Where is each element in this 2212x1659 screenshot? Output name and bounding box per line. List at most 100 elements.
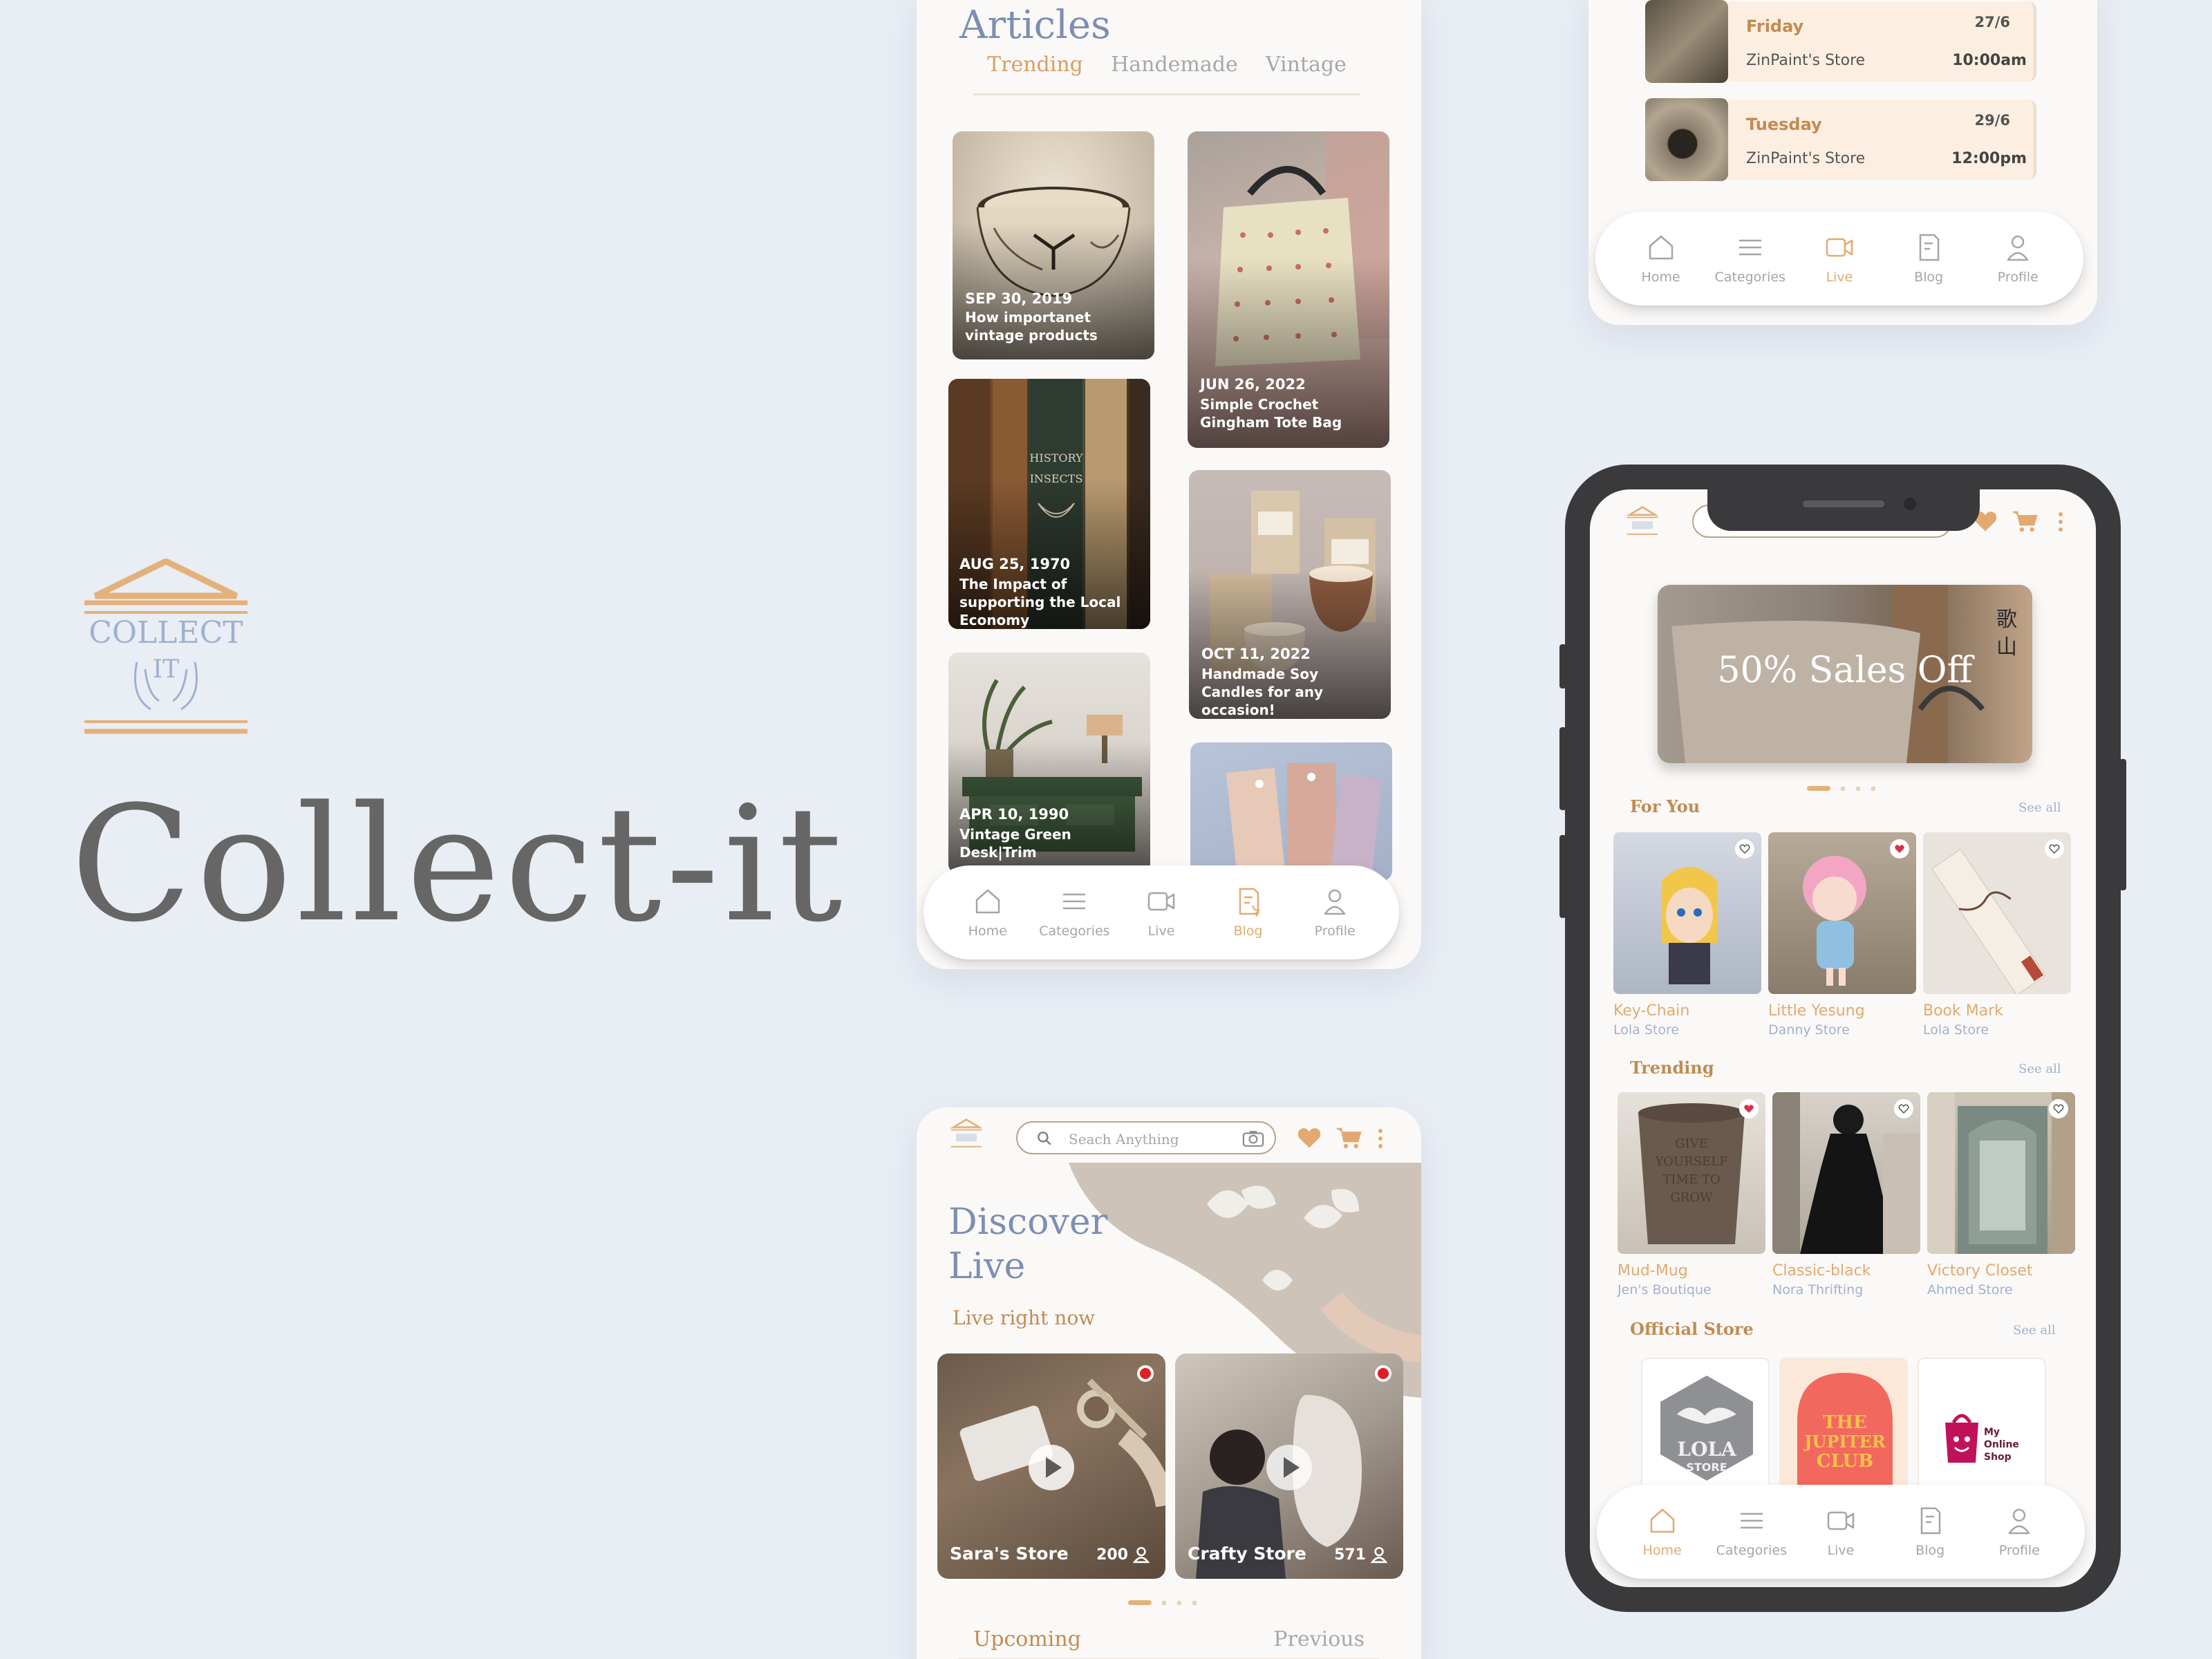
favorite-toggle[interactable] <box>1735 839 1754 859</box>
favorite-toggle[interactable] <box>2049 1099 2068 1118</box>
nav-label: Profile <box>1998 1543 2040 1558</box>
phone-volume-down-button <box>1559 835 1566 918</box>
nav-categories[interactable]: Categories <box>1036 886 1112 939</box>
blog-post-card[interactable]: OCT 11, 2022 Handmade Soy Candles for an… <box>1189 470 1391 719</box>
product-name: Key-Chain <box>1613 1002 1690 1020</box>
live-event-row[interactable]: Tuesday 29/6 ZinPaint's Store 12:00pm <box>1645 98 2036 181</box>
nav-live[interactable]: Live <box>1803 1506 1879 1558</box>
banner-text: 50% Sales Off <box>1717 650 1973 691</box>
post-title: The Impact of supporting the Local Econo… <box>959 576 1121 628</box>
nav-profile[interactable]: Profile <box>1980 232 2056 285</box>
nav-label: Blog <box>1914 270 1944 285</box>
nav-home[interactable]: Home <box>1624 1506 1700 1558</box>
post-date: OCT 11, 2022 <box>1201 646 1311 662</box>
play-icon[interactable] <box>1027 1443 1076 1492</box>
more-icon[interactable] <box>1377 1128 1384 1149</box>
home-screen: 歌 山 50% Sales Off For You See all Key-Ch… <box>1590 489 2096 1587</box>
live-indicator-icon <box>1137 1365 1154 1382</box>
camera-icon[interactable] <box>1241 1130 1265 1147</box>
event-date: 27/6 <box>1974 14 2010 30</box>
cart-icon[interactable] <box>1335 1127 1362 1149</box>
favorite-toggle[interactable] <box>2045 839 2064 859</box>
product-card[interactable]: Little Yesung Danny Store <box>1768 832 1916 1038</box>
product-store: Danny Store <box>1768 1022 1850 1038</box>
store-logo-text: THE <box>1823 1412 1867 1433</box>
official-store-tile[interactable]: My Online Shop <box>1918 1358 2046 1493</box>
blog-post-card[interactable]: SEP 30, 2019 How importanet vintage prod… <box>953 131 1154 359</box>
collect-it-small-logo[interactable] <box>1623 503 1662 542</box>
favorite-toggle[interactable] <box>1890 839 1909 859</box>
see-all-link[interactable]: See all <box>2018 800 2061 815</box>
logo-text-it: IT <box>153 655 179 684</box>
heart-filled-icon <box>1895 845 1904 853</box>
nav-live[interactable]: Live <box>1801 232 1877 285</box>
event-thumbnail <box>1645 0 1728 83</box>
phone-camera <box>1904 498 1916 510</box>
product-card[interactable]: Key-Chain Lola Store <box>1613 832 1761 1038</box>
nav-blog[interactable]: Blog <box>1891 232 1967 285</box>
more-icon[interactable] <box>2057 512 2064 532</box>
nav-categories[interactable]: Categories <box>1714 1506 1790 1558</box>
my-online-shop-logo: My Online Shop <box>1945 1414 2019 1463</box>
nav-categories[interactable]: Categories <box>1712 232 1788 285</box>
stream-store-name: Sara's Store <box>950 1544 1069 1564</box>
product-card[interactable]: Victory Closet Ahmed Store <box>1927 1092 2075 1297</box>
tab-vintage[interactable]: Vintage <box>1266 53 1347 93</box>
product-card[interactable]: Book Mark Lola Store <box>1923 832 2071 1038</box>
event-store: ZinPaint's Store <box>1746 150 1866 167</box>
post-title: Vintage Green Desk|Trim <box>959 826 1071 861</box>
tab-previous[interactable]: Previous <box>1273 1627 1365 1651</box>
tab-handemade[interactable]: Handemade <box>1111 53 1238 93</box>
nav-home[interactable]: Home <box>1623 232 1699 285</box>
see-all-link[interactable]: See all <box>2013 1323 2056 1338</box>
live-stream-tile[interactable]: Sara's Store 200 <box>937 1353 1165 1579</box>
blog-post-card[interactable] <box>1190 742 1392 881</box>
product-card[interactable]: Classic-black Nora Thrifting <box>1772 1092 1920 1297</box>
video-icon <box>1826 238 1853 257</box>
logo-text-collect: COLLECT <box>88 615 243 650</box>
official-store-tile[interactable]: LOLA STORE <box>1641 1358 1770 1493</box>
nav-blog[interactable]: Blog <box>1892 1506 1968 1558</box>
tab-trending[interactable]: Trending <box>987 53 1083 93</box>
nav-live[interactable]: Live <box>1123 886 1199 939</box>
post-date: SEP 30, 2019 <box>965 290 1073 307</box>
search-input[interactable]: Seach Anything <box>1016 1121 1276 1154</box>
tab-upcoming[interactable]: Upcoming <box>973 1627 1081 1651</box>
svg-text:YOURSELF: YOURSELF <box>1654 1154 1727 1169</box>
heart-icon[interactable] <box>1297 1127 1322 1149</box>
profile-icon <box>2007 235 2029 261</box>
collect-it-small-logo[interactable] <box>947 1116 986 1154</box>
live-indicator-icon <box>1375 1365 1391 1382</box>
product-name: Classic-black <box>1772 1262 1871 1280</box>
store-logo-text: My <box>1984 1427 2000 1438</box>
collect-it-logo: COLLECT IT <box>84 559 247 734</box>
blog-post-card[interactable]: JUN 26, 2022 Simple Crochet Gingham Tote… <box>1188 131 1389 448</box>
event-day: Friday <box>1746 17 1804 36</box>
brand-title: Collect-it <box>71 773 847 957</box>
product-card[interactable]: GIVE YOURSELF TIME TO GROW Mud-Mug Jen's… <box>1618 1092 1765 1297</box>
product-name: Victory Closet <box>1927 1262 2033 1280</box>
blog-post-card[interactable]: HISTORY INSECTS AUG 25, 1970 The Impact … <box>948 379 1150 629</box>
nav-profile[interactable]: Profile <box>1297 886 1373 939</box>
live-event-row[interactable]: Friday 27/6 ZinPaint's Store 10:00am <box>1645 0 2036 83</box>
nav-blog[interactable]: Blog <box>1210 886 1286 939</box>
play-icon[interactable] <box>1265 1443 1313 1492</box>
live-tabs: Upcoming Previous <box>958 1622 1380 1659</box>
articles-tabs: Trending Handemade Vintage <box>973 53 1360 95</box>
viewer-count: 200 <box>1096 1546 1128 1564</box>
favorite-toggle[interactable] <box>1894 1099 1913 1118</box>
svg-text:GIVE: GIVE <box>1675 1136 1708 1151</box>
cart-icon[interactable] <box>2012 510 2038 532</box>
nav-profile[interactable]: Profile <box>1981 1506 2057 1558</box>
product-store: Lola Store <box>1923 1022 1989 1038</box>
nav-home[interactable]: Home <box>950 886 1026 939</box>
nav-label: Categories <box>1716 1543 1787 1558</box>
home-icon <box>975 889 1000 914</box>
product-name: Book Mark <box>1923 1002 2003 1020</box>
see-all-link[interactable]: See all <box>2018 1062 2061 1076</box>
favorite-toggle[interactable] <box>1739 1099 1759 1118</box>
promo-banner[interactable]: 歌 山 50% Sales Off <box>1658 585 2032 763</box>
blog-post-card[interactable]: APR 10, 1990 Vintage Green Desk|Trim <box>948 653 1150 874</box>
official-store-tile[interactable]: THE JUPITER CLUB <box>1779 1358 1908 1493</box>
live-stream-tile[interactable]: Crafty Store 571 <box>1175 1353 1403 1579</box>
